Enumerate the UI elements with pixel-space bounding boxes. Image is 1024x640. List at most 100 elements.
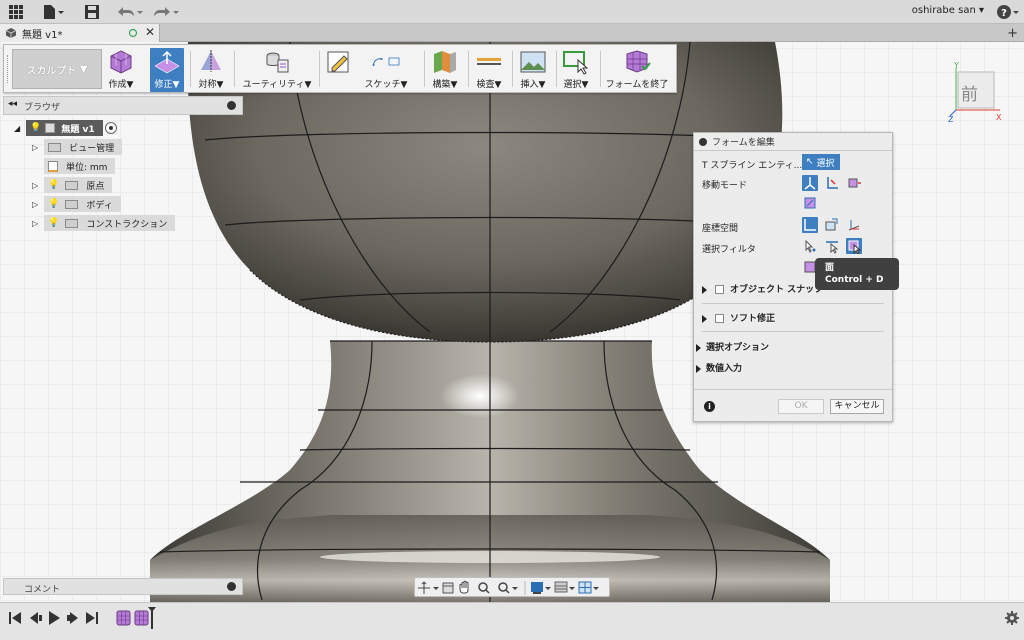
expand-icon[interactable]: ▷ bbox=[32, 219, 38, 228]
move-mode-rotate-button[interactable] bbox=[846, 175, 862, 191]
browser-options-icon[interactable] bbox=[227, 101, 236, 110]
coord-world-button[interactable] bbox=[802, 217, 818, 233]
tree-item-origin[interactable]: ▷ 💡 原点 bbox=[32, 177, 113, 193]
tree-item-root[interactable]: ◢ 💡 無題 v1 bbox=[14, 120, 117, 136]
inspect-button[interactable]: 検査▼ bbox=[474, 48, 504, 92]
expand-icon[interactable]: ▷ bbox=[32, 200, 38, 209]
comments-add-icon[interactable] bbox=[227, 582, 236, 591]
soft-modify-row[interactable]: ソフト修正 bbox=[702, 311, 775, 324]
move-mode-multi-button[interactable] bbox=[802, 175, 818, 191]
create-button[interactable]: 作成▼ bbox=[106, 48, 136, 92]
lightbulb-icon[interactable]: 💡 bbox=[30, 123, 41, 133]
lightbulb-icon[interactable]: 💡 bbox=[48, 199, 59, 209]
go-to-start-icon[interactable] bbox=[9, 612, 21, 624]
move-mode-scale-button[interactable] bbox=[802, 195, 818, 211]
soft-modify-checkbox[interactable] bbox=[715, 314, 724, 323]
lightbulb-icon[interactable]: 💡 bbox=[48, 218, 59, 228]
tspline-entity-label: T スプライン エンティ... bbox=[702, 161, 803, 171]
grid-settings-icon[interactable] bbox=[554, 581, 575, 593]
coord-local-button[interactable] bbox=[846, 217, 862, 233]
user-menu[interactable]: oshirabe san ▾ bbox=[912, 5, 984, 16]
sketch-create-button[interactable] bbox=[324, 48, 354, 92]
save-icon[interactable] bbox=[84, 3, 100, 21]
select-entity-button[interactable]: ↖ 選択 bbox=[802, 154, 840, 170]
expand-icon[interactable]: ▷ bbox=[32, 181, 38, 190]
filter-edge-button[interactable] bbox=[824, 238, 840, 254]
object-snap-row[interactable]: オブジェクト スナップ bbox=[702, 282, 823, 295]
activate-radio-icon[interactable] bbox=[104, 122, 117, 134]
filter-face-button[interactable] bbox=[846, 238, 862, 255]
fit-zoom-icon[interactable] bbox=[498, 582, 518, 594]
step-back-icon[interactable] bbox=[30, 612, 42, 624]
timeline-form-feature-icon[interactable] bbox=[134, 610, 149, 626]
play-icon[interactable] bbox=[49, 611, 60, 625]
expand-icon[interactable]: ▷ bbox=[32, 143, 38, 152]
coord-view-button[interactable] bbox=[824, 217, 840, 233]
settings-gear-icon[interactable] bbox=[1005, 611, 1019, 625]
expand-arrow-icon[interactable] bbox=[702, 314, 707, 323]
undo-icon[interactable] bbox=[114, 3, 144, 21]
zoom-icon[interactable] bbox=[478, 582, 490, 594]
go-to-end-icon[interactable] bbox=[86, 612, 98, 624]
tree-item-bodies[interactable]: ▷ 💡 ボディ bbox=[32, 196, 121, 212]
construct-button[interactable]: 構築▼ bbox=[430, 48, 460, 92]
viewports-icon[interactable] bbox=[578, 581, 599, 594]
expand-arrow-icon[interactable] bbox=[696, 343, 701, 352]
expand-arrow-icon[interactable] bbox=[696, 364, 701, 373]
timeline-form-feature-icon[interactable] bbox=[116, 610, 131, 626]
comments-panel-header[interactable]: コメント bbox=[3, 578, 243, 595]
info-icon[interactable]: i bbox=[704, 401, 715, 412]
tree-item-construction[interactable]: ▷ 💡 コンストラクション bbox=[32, 215, 176, 231]
close-tab-icon[interactable]: ✕ bbox=[145, 25, 155, 39]
utility-button[interactable]: ユーティリティ▼ bbox=[240, 48, 314, 92]
view-cube[interactable]: Y X Z 前 bbox=[948, 61, 1004, 124]
create-label: 作成▼ bbox=[108, 80, 134, 90]
numeric-input-row[interactable]: 数値入力 bbox=[696, 361, 742, 374]
view-cube-face-label[interactable]: 前 bbox=[961, 80, 978, 105]
dialog-header[interactable]: フォームを編集 bbox=[694, 133, 892, 151]
new-tab-icon[interactable]: + bbox=[1007, 26, 1018, 41]
insert-button[interactable]: 挿入▼ bbox=[518, 48, 548, 92]
cancel-button[interactable]: キャンセル bbox=[830, 399, 884, 414]
view-cube-graphic[interactable]: Y X Z bbox=[948, 61, 1008, 124]
folder-icon bbox=[48, 142, 62, 152]
tree-item-units[interactable]: 単位: mm bbox=[44, 158, 116, 174]
select-options-row[interactable]: 選択オプション bbox=[696, 340, 769, 353]
workspace-switcher[interactable]: スカルプト ▼ bbox=[12, 49, 102, 89]
workspace-label: スカルプト bbox=[26, 65, 77, 77]
sketch-button[interactable]: スケッチ▼ bbox=[356, 48, 416, 92]
select-button[interactable]: 選択▼ bbox=[561, 48, 591, 92]
display-settings-icon[interactable] bbox=[531, 582, 551, 594]
help-icon[interactable]: ? bbox=[996, 3, 1019, 21]
toolbar-divider bbox=[556, 51, 557, 87]
move-mode-translate-button[interactable] bbox=[824, 175, 840, 191]
step-forward-icon[interactable] bbox=[67, 612, 78, 624]
expand-icon[interactable]: ◢ bbox=[14, 124, 20, 133]
filter-vertex-button[interactable] bbox=[802, 238, 818, 254]
look-at-icon[interactable] bbox=[442, 582, 454, 594]
file-menu-icon[interactable] bbox=[42, 3, 66, 21]
expand-arrow-icon[interactable] bbox=[702, 285, 707, 294]
document-tab[interactable]: 無題 v1* ✕ bbox=[0, 24, 160, 42]
online-status-icon bbox=[128, 28, 138, 38]
pan-hand-icon[interactable] bbox=[459, 580, 469, 594]
collapse-arrows-icon[interactable]: ◂◂ bbox=[8, 99, 17, 109]
navigation-bar bbox=[414, 577, 610, 597]
ok-button[interactable]: OK bbox=[778, 399, 824, 414]
lightbulb-icon[interactable]: 💡 bbox=[48, 180, 59, 190]
orbit-icon[interactable] bbox=[418, 581, 439, 594]
browser-panel-header[interactable]: ◂◂ ブラウザ bbox=[3, 96, 243, 115]
modify-button[interactable]: 修正▼ bbox=[150, 48, 184, 92]
toolbar-grip[interactable] bbox=[7, 55, 9, 83]
select-options-label: 選択オプション bbox=[706, 343, 770, 353]
tree-item-views[interactable]: ▷ ビュー管理 bbox=[32, 139, 123, 155]
finish-form-button[interactable]: フォームを終了 bbox=[604, 48, 670, 92]
symmetry-button[interactable]: 対称▼ bbox=[196, 48, 226, 92]
insert-image-icon bbox=[520, 51, 546, 73]
app-grid-icon[interactable] bbox=[8, 3, 24, 21]
tooltip-shortcut: Control + D bbox=[825, 275, 884, 285]
object-snap-checkbox[interactable] bbox=[715, 285, 724, 294]
redo-icon[interactable] bbox=[150, 3, 180, 21]
timeline-marker-icon[interactable] bbox=[148, 607, 156, 629]
dialog-options-icon[interactable] bbox=[699, 138, 707, 146]
